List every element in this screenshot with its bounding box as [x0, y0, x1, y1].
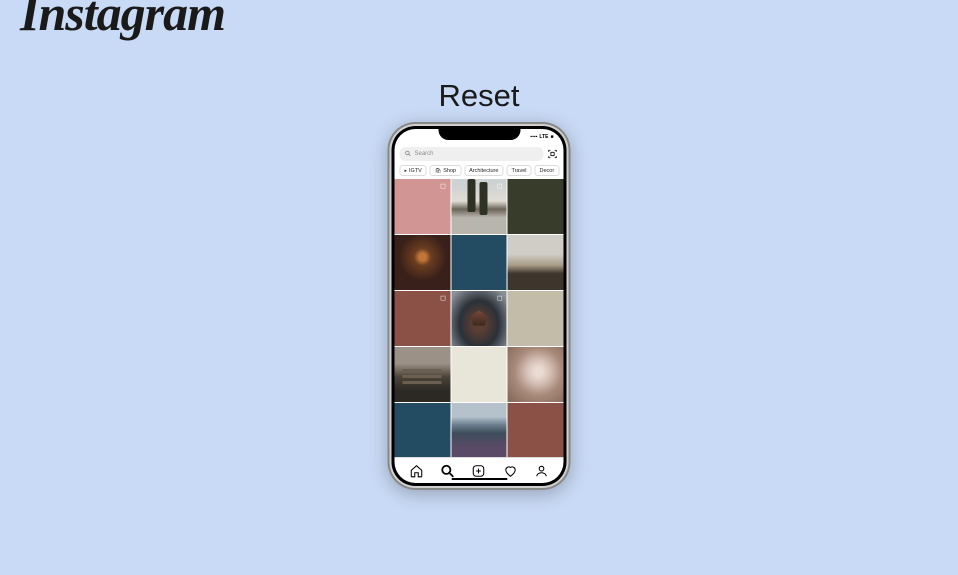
grid-cell[interactable]: ◻: [395, 291, 451, 346]
grid-cell[interactable]: [508, 403, 564, 457]
home-indicator: [451, 478, 507, 481]
carousel-icon: ◻: [440, 294, 447, 301]
page-title: Reset: [439, 78, 520, 114]
category-chips: ▸ IGTV 🛍 Shop Architecture Travel Decor: [395, 163, 564, 179]
device-notch: [438, 126, 520, 140]
chip-decor[interactable]: Decor: [535, 165, 560, 176]
carousel-icon: ◻: [440, 182, 447, 189]
search-input[interactable]: Search: [400, 147, 544, 161]
grid-cell[interactable]: [395, 403, 451, 457]
igtv-icon: ▸: [405, 168, 408, 174]
grid-cell[interactable]: [451, 403, 507, 457]
chip-igtv[interactable]: ▸ IGTV: [400, 165, 427, 176]
grid-cell[interactable]: [395, 347, 451, 402]
tab-home[interactable]: [409, 464, 423, 478]
carousel-icon: ◻: [497, 294, 504, 301]
carrier-label: LTE: [539, 134, 548, 140]
grid-cell[interactable]: [508, 347, 564, 402]
chip-label: Shop: [443, 168, 456, 174]
tab-search[interactable]: [441, 464, 455, 478]
chip-label: Architecture: [469, 168, 498, 174]
battery-icon: ■: [550, 134, 553, 140]
search-icon: [405, 150, 412, 159]
explore-grid: ◻ ◻ ◻ ◻: [395, 179, 564, 457]
search-row: Search: [395, 145, 564, 163]
scan-icon[interactable]: [547, 148, 559, 160]
signal-icon: ▪▪▪▪: [530, 134, 537, 140]
grid-cell[interactable]: [508, 235, 564, 290]
chip-label: Decor: [540, 168, 555, 174]
chip-architecture[interactable]: Architecture: [464, 165, 503, 176]
app-screen: ▪▪▪▪ LTE ■ Search: [395, 129, 564, 483]
chip-travel[interactable]: Travel: [506, 165, 531, 176]
tab-activity[interactable]: [503, 464, 517, 478]
instagram-logo: Instagram: [20, 0, 225, 42]
grid-cell[interactable]: ◻: [451, 179, 507, 234]
grid-cell[interactable]: ◻: [451, 291, 507, 346]
shop-icon: 🛍: [435, 168, 441, 174]
grid-cell[interactable]: [451, 347, 507, 402]
chip-label: Travel: [511, 168, 526, 174]
grid-cell[interactable]: [395, 235, 451, 290]
grid-cell[interactable]: [451, 235, 507, 290]
tab-create[interactable]: [472, 464, 486, 478]
grid-cell[interactable]: [508, 291, 564, 346]
tab-profile[interactable]: [535, 464, 549, 478]
phone-frame: ▪▪▪▪ LTE ■ Search: [388, 122, 571, 490]
carousel-icon: ◻: [497, 182, 504, 189]
grid-cell[interactable]: [508, 179, 564, 234]
grid-cell[interactable]: ◻: [395, 179, 451, 234]
chip-label: IGTV: [409, 168, 422, 174]
chip-shop[interactable]: 🛍 Shop: [430, 165, 461, 176]
phone-inner: ▪▪▪▪ LTE ■ Search: [392, 126, 567, 486]
search-placeholder: Search: [415, 151, 434, 157]
